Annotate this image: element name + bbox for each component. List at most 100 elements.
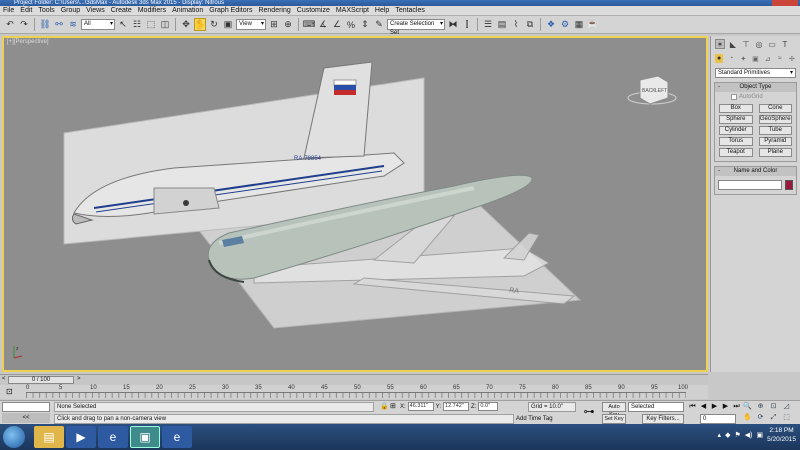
mirror-icon[interactable]: ⧓ bbox=[447, 18, 459, 31]
clock[interactable]: 2:18 PM 5/20/2015 bbox=[767, 426, 796, 444]
pan-view-icon[interactable]: ✋ bbox=[742, 413, 753, 423]
track-bar[interactable]: ⊡ 0 5 10 15 20 25 30 35 40 45 50 55 60 6… bbox=[0, 385, 708, 399]
display-tab-icon[interactable]: ▭ bbox=[767, 39, 777, 49]
menu-graph-editors[interactable]: Graph Editors bbox=[209, 7, 252, 14]
pyramid-button[interactable]: Pyramid bbox=[758, 137, 792, 146]
tray-arrow-icon[interactable]: ▴ bbox=[718, 431, 722, 439]
select-manipulate-icon[interactable]: ⊕ bbox=[282, 18, 294, 31]
key-mode-dropdown[interactable]: Selected bbox=[628, 402, 684, 412]
x-coordinate-field[interactable]: 46.311" bbox=[407, 402, 434, 411]
orbit-icon[interactable]: ⟳ bbox=[755, 413, 766, 423]
time-slider-next[interactable]: > bbox=[77, 376, 81, 382]
next-frame-icon[interactable]: ▶ bbox=[721, 402, 730, 412]
menu-group[interactable]: Group bbox=[61, 7, 80, 14]
field-of-view-icon[interactable]: ◿ bbox=[781, 402, 792, 412]
play-icon[interactable]: ▶ bbox=[710, 402, 719, 412]
zoom-icon[interactable]: 🔍 bbox=[742, 402, 753, 412]
time-slider[interactable]: < 0 / 100 > bbox=[0, 374, 708, 384]
pivot-center-icon[interactable]: ⊞ bbox=[268, 18, 280, 31]
layer-manager-icon[interactable]: ☰ bbox=[482, 18, 494, 31]
material-editor-icon[interactable]: ❖ bbox=[545, 18, 557, 31]
zoom-all-icon[interactable]: ⊕ bbox=[755, 402, 766, 412]
selection-lock-icon[interactable]: 🔒 bbox=[380, 403, 389, 411]
add-time-tag[interactable]: Add Time Tag bbox=[516, 414, 553, 424]
set-key-button[interactable]: Set Key bbox=[602, 414, 626, 424]
rectangular-selection-icon[interactable]: ⬚ bbox=[145, 18, 157, 31]
select-move-icon[interactable]: ✥ bbox=[180, 18, 192, 31]
graphite-ribbon-icon[interactable]: ▤ bbox=[496, 18, 508, 31]
box-button[interactable]: Box bbox=[719, 104, 753, 113]
snaps-toggle-icon[interactable]: ∡ bbox=[317, 18, 329, 31]
object-type-header[interactable]: - Object Type bbox=[715, 83, 796, 92]
mini-curve-editor-icon[interactable]: ⊡ bbox=[6, 387, 13, 396]
cylinder-button[interactable]: Cylinder bbox=[719, 126, 753, 135]
current-frame-field[interactable]: 0 bbox=[700, 414, 736, 424]
auto-key-button[interactable]: Auto Key bbox=[602, 402, 626, 418]
z-coordinate-field[interactable]: 0.0" bbox=[478, 402, 499, 411]
perspective-viewport[interactable]: RA RA-78854 z BACK LEFT [+][Perspective] bbox=[2, 36, 708, 372]
select-by-name-icon[interactable]: ☷ bbox=[131, 18, 143, 31]
lights-icon[interactable]: ✦ bbox=[739, 54, 747, 63]
rendered-frame-window-icon[interactable]: ▦ bbox=[573, 18, 585, 31]
media-player-taskbar-icon[interactable]: ▶ bbox=[66, 426, 96, 448]
motion-tab-icon[interactable]: ◎ bbox=[754, 39, 764, 49]
reference-coordinate-dropdown[interactable]: View bbox=[236, 19, 266, 30]
render-setup-icon[interactable]: ⚙ bbox=[559, 18, 571, 31]
autogrid-checkbox[interactable] bbox=[731, 94, 737, 100]
object-color-swatch[interactable] bbox=[785, 180, 793, 190]
window-crossing-icon[interactable]: ◫ bbox=[159, 18, 171, 31]
menu-animation[interactable]: Animation bbox=[172, 7, 203, 14]
name-and-color-header[interactable]: - Name and Color bbox=[715, 167, 796, 176]
plane-button[interactable]: Plane bbox=[758, 148, 792, 157]
link-icon[interactable]: ⛓ bbox=[39, 18, 51, 31]
go-to-start-icon[interactable]: ⏮ bbox=[688, 402, 697, 412]
menu-tentacles[interactable]: Tentacles bbox=[395, 7, 425, 14]
zoom-extents-icon[interactable]: ⊡ bbox=[768, 402, 779, 412]
prev-frame-icon[interactable]: ◀ bbox=[699, 402, 708, 412]
key-filters-button[interactable]: Key Filters... bbox=[642, 414, 684, 424]
hierarchy-tab-icon[interactable]: ⊤ bbox=[741, 39, 751, 49]
menu-modifiers[interactable]: Modifiers bbox=[138, 7, 166, 14]
go-to-end-icon[interactable]: ⏭ bbox=[732, 402, 741, 412]
keyboard-shortcut-icon[interactable]: ⌨ bbox=[303, 18, 316, 31]
3ds-max-taskbar-icon[interactable]: ▣ bbox=[130, 426, 160, 448]
bind-space-warp-icon[interactable]: ≋ bbox=[67, 18, 79, 31]
display-icon[interactable]: ▣ bbox=[756, 431, 763, 439]
geometry-icon[interactable]: ● bbox=[715, 54, 724, 63]
sphere-button[interactable]: Sphere bbox=[719, 115, 753, 124]
render-production-icon[interactable]: ☕ bbox=[587, 18, 599, 31]
shapes-icon[interactable]: ◔ bbox=[727, 54, 735, 63]
menu-maxscript[interactable]: MAXScript bbox=[336, 7, 369, 14]
geosphere-button[interactable]: GeoSphere bbox=[758, 115, 792, 124]
modify-tab-icon[interactable]: ◣ bbox=[728, 39, 738, 49]
utilities-tab-icon[interactable]: T bbox=[780, 39, 790, 49]
network-icon[interactable]: ◆ bbox=[725, 431, 730, 439]
start-button[interactable] bbox=[3, 426, 25, 448]
ie-taskbar-icon[interactable]: e bbox=[98, 426, 128, 448]
maxscript-arrows[interactable]: << bbox=[2, 413, 50, 423]
primitive-category-dropdown[interactable]: Standard Primitives bbox=[715, 68, 796, 78]
explorer-taskbar-icon[interactable]: ▤ bbox=[34, 426, 64, 448]
create-tab-icon[interactable]: ✶ bbox=[715, 39, 725, 49]
set-key-icon[interactable]: ⊶ bbox=[580, 403, 598, 421]
select-scale-icon[interactable]: ▣ bbox=[222, 18, 234, 31]
menu-edit[interactable]: Edit bbox=[20, 7, 32, 14]
absolute-mode-icon[interactable]: ⊞ bbox=[390, 403, 398, 411]
menu-create[interactable]: Create bbox=[111, 7, 132, 14]
time-slider-thumb[interactable]: 0 / 100 bbox=[8, 376, 74, 384]
curve-editor-icon[interactable]: ⌇ bbox=[510, 18, 522, 31]
pan-icon[interactable]: ✋ bbox=[194, 18, 206, 31]
schematic-view-icon[interactable]: ⧉ bbox=[524, 18, 536, 31]
teapot-button[interactable]: Teapot bbox=[719, 148, 753, 157]
angle-snap-icon[interactable]: ∠ bbox=[331, 18, 343, 31]
selection-filter-dropdown[interactable]: All bbox=[81, 19, 115, 30]
named-selection-set-dropdown[interactable]: Create Selection Set bbox=[387, 19, 445, 36]
align-icon[interactable]: ⫿ bbox=[461, 18, 473, 31]
tube-button[interactable]: Tube bbox=[758, 126, 792, 135]
select-rotate-icon[interactable]: ↻ bbox=[208, 18, 220, 31]
undo-icon[interactable]: ↶ bbox=[4, 18, 16, 31]
maximize-viewport-icon[interactable]: ⤢ bbox=[768, 413, 779, 423]
maxscript-mini-listener[interactable] bbox=[2, 402, 50, 412]
edit-named-selection-icon[interactable]: ✎ bbox=[373, 18, 385, 31]
spinner-snap-icon[interactable]: ⇕ bbox=[359, 18, 371, 31]
